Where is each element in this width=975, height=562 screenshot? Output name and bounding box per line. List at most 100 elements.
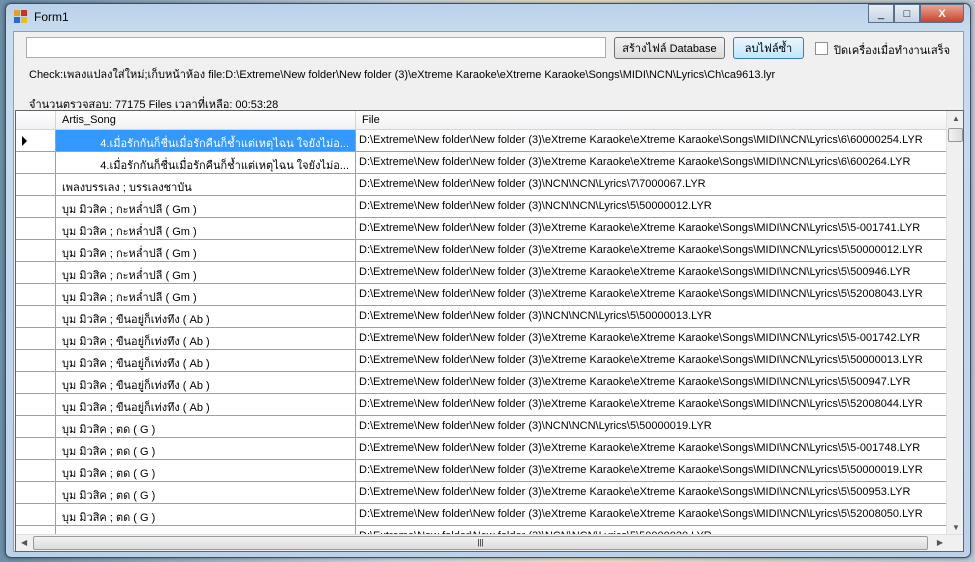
cell-file[interactable]: D:\Extreme\New folder\New folder (3)\eXt…	[356, 482, 948, 503]
cell-artis-song[interactable]: 4.เมื่อรักกันก็ชื่นเมื่อรักคืนก็ช้ำแต่เห…	[56, 152, 356, 173]
cell-file[interactable]: D:\Extreme\New folder\New folder (3)\eXt…	[356, 460, 948, 481]
table-row[interactable]: บุม มิวสิค ; ขืนอยู่ก็เท่งทึง ( Ab ) D:\E…	[16, 328, 948, 350]
cell-file[interactable]: D:\Extreme\New folder\New folder (3)\eXt…	[356, 262, 948, 283]
scroll-up-icon[interactable]: ▲	[952, 114, 960, 123]
cell-artis-song[interactable]: เพลงบรรเลง ; บรรเลงชาบัน	[56, 174, 356, 195]
table-row[interactable]: 4.เมื่อรักกันก็ชื่นเมื่อรักคืนก็ช้ำแต่เห…	[16, 130, 948, 152]
results-grid[interactable]: Artis_Song File 4.เมื่อรักกันก็ชื่นเมื่อ…	[15, 110, 964, 552]
table-row[interactable]: บุม มิวสิค ; กะหล่ำปลี ( Gm ) D:\Extreme\…	[16, 218, 948, 240]
table-row[interactable]: บุม มิวสิค ; กะหล่ำปลี ( Gm ) D:\Extreme\…	[16, 240, 948, 262]
cell-artis-song[interactable]: บุม มิวสิค ; ขืนอยู่ก็เท่งทึง ( Ab )	[56, 350, 356, 371]
close-button[interactable]: X	[920, 4, 964, 23]
shutdown-checkbox[interactable]	[815, 42, 828, 55]
cell-artis-song[interactable]: บุม มิวสิค ; กะหล่ำปลี ( Gm )	[56, 240, 356, 261]
cell-artis-song[interactable]: บุม มิวสิค ; กะหล่ำปลี ( Gm )	[56, 262, 356, 283]
cell-file[interactable]: D:\Extreme\New folder\New folder (3)\eXt…	[356, 504, 948, 525]
cell-artis-song[interactable]: บุม มิวสิค ; กะหล่ำปลี ( Gm )	[56, 218, 356, 239]
cell-artis-song[interactable]: บุม มิวสิค ; ขืนอยู่ก็เท่งทึง ( Ab )	[56, 306, 356, 327]
row-header[interactable]	[16, 460, 56, 481]
vertical-scroll-thumb[interactable]	[948, 128, 963, 142]
grid-header: Artis_Song File	[16, 111, 948, 130]
cell-file[interactable]: D:\Extreme\New folder\New folder (3)\eXt…	[356, 438, 948, 459]
create-database-button[interactable]: สร้างไฟล์ Database	[614, 37, 725, 59]
cell-artis-song[interactable]: บุม มิวสิค ; ตด ( G )	[56, 460, 356, 481]
table-row[interactable]: บุม มิวสิค ; ตด ( G )D:\Extreme\New fold…	[16, 416, 948, 438]
table-row[interactable]: เพลงบรรเลง ; บรรเลงชาบัน D:\Extreme\New f…	[16, 174, 948, 196]
path-input[interactable]	[26, 37, 606, 58]
row-header[interactable]	[16, 284, 56, 305]
table-row[interactable]: บุม มิวสิค ; ตด ( G )D:\Extreme\New fold…	[16, 460, 948, 482]
row-header[interactable]	[16, 394, 56, 415]
cell-artis-song[interactable]: บุม มิวสิค ; กะหล่ำปลี ( Gm )	[56, 196, 356, 217]
table-row[interactable]: บุม มิวสิค ; ตด ( G )D:\Extreme\New fold…	[16, 482, 948, 504]
cell-file[interactable]: D:\Extreme\New folder\New folder (3)\NCN…	[356, 306, 948, 327]
cell-file[interactable]: D:\Extreme\New folder\New folder (3)\eXt…	[356, 130, 948, 151]
cell-artis-song[interactable]: บุม มิวสิค ; ตด ( G )	[56, 416, 356, 437]
cell-artis-song[interactable]: บุม มิวสิค ; ตด ( G )	[56, 438, 356, 459]
form-client-area: สร้างไฟล์ Database ลบไฟล์ซ้ำ ปิดเครื่องเ…	[13, 31, 964, 552]
maximize-button[interactable]: □	[894, 4, 920, 23]
grid-rows: 4.เมื่อรักกันก็ชื่นเมื่อรักคืนก็ช้ำแต่เห…	[16, 130, 948, 548]
table-row[interactable]: บุม มิวสิค ; ตด ( G )D:\Extreme\New fold…	[16, 438, 948, 460]
column-header-artis-song[interactable]: Artis_Song	[56, 111, 356, 129]
cell-file[interactable]: D:\Extreme\New folder\New folder (3)\eXt…	[356, 350, 948, 371]
table-row[interactable]: บุม มิวสิค ; กะหล่ำปลี ( Gm ) D:\Extreme\…	[16, 262, 948, 284]
close-icon: X	[938, 7, 946, 20]
cell-file[interactable]: D:\Extreme\New folder\New folder (3)\eXt…	[356, 218, 948, 239]
cell-file[interactable]: D:\Extreme\New folder\New folder (3)\eXt…	[356, 328, 948, 349]
cell-artis-song[interactable]: บุม มิวสิค ; ขืนอยู่ก็เท่งทึง ( Ab )	[56, 328, 356, 349]
table-row[interactable]: บุม มิวสิค ; ขืนอยู่ก็เท่งทึง ( Ab ) D:\E…	[16, 306, 948, 328]
cell-file[interactable]: D:\Extreme\New folder\New folder (3)\eXt…	[356, 394, 948, 415]
column-header-file[interactable]: File	[356, 111, 948, 129]
delete-duplicates-button[interactable]: ลบไฟล์ซ้ำ	[733, 37, 804, 59]
cell-file[interactable]: D:\Extreme\New folder\New folder (3)\NCN…	[356, 196, 948, 217]
horizontal-scroll-thumb[interactable]: |||	[33, 536, 928, 550]
cell-artis-song[interactable]: บุม มิวสิค ; ตด ( G )	[56, 504, 356, 525]
cell-file[interactable]: D:\Extreme\New folder\New folder (3)\NCN…	[356, 174, 948, 195]
cell-file[interactable]: D:\Extreme\New folder\New folder (3)\eXt…	[356, 284, 948, 305]
row-header[interactable]	[16, 482, 56, 503]
minimize-icon: _	[877, 7, 885, 20]
main-window: Form1 _ □ X สร้างไฟล์ Database ลบไฟล์ซ้ำ…	[5, 3, 971, 558]
scroll-down-icon[interactable]: ▼	[952, 523, 960, 532]
cell-file[interactable]: D:\Extreme\New folder\New folder (3)\eXt…	[356, 240, 948, 261]
row-header[interactable]	[16, 174, 56, 195]
row-header-corner	[16, 111, 56, 129]
row-header[interactable]	[16, 130, 56, 151]
cell-file[interactable]: D:\Extreme\New folder\New folder (3)\eXt…	[356, 152, 948, 173]
cell-artis-song[interactable]: บุม มิวสิค ; กะหล่ำปลี ( Gm )	[56, 284, 356, 305]
scroll-right-icon[interactable]: ▶	[937, 538, 943, 547]
vertical-scrollbar[interactable]: ▲ ▼	[946, 111, 963, 535]
row-header[interactable]	[16, 262, 56, 283]
table-row[interactable]: บุม มิวสิค ; ขืนอยู่ก็เท่งทึง ( Ab ) D:\E…	[16, 394, 948, 416]
table-row[interactable]: บุม มิวสิค ; ขืนอยู่ก็เท่งทึง ( Ab ) D:\E…	[16, 372, 948, 394]
row-header[interactable]	[16, 152, 56, 173]
row-header[interactable]	[16, 306, 56, 327]
cell-artis-song[interactable]: บุม มิวสิค ; ตด ( G )	[56, 482, 356, 503]
table-row[interactable]: บุม มิวสิค ; ขืนอยู่ก็เท่งทึง ( Ab ) D:\E…	[16, 350, 948, 372]
row-header[interactable]	[16, 350, 56, 371]
cell-artis-song[interactable]: บุม มิวสิค ; ขืนอยู่ก็เท่งทึง ( Ab )	[56, 394, 356, 415]
row-header[interactable]	[16, 504, 56, 525]
table-row[interactable]: บุม มิวสิค ; ตด ( G )D:\Extreme\New fold…	[16, 504, 948, 526]
table-row[interactable]: บุม มิวสิค ; กะหล่ำปลี ( Gm ) D:\Extreme\…	[16, 196, 948, 218]
row-header[interactable]	[16, 240, 56, 261]
window-title: Form1	[34, 10, 69, 24]
row-header[interactable]	[16, 372, 56, 393]
horizontal-scrollbar[interactable]: ◀ ||| ▶	[16, 534, 963, 551]
row-header[interactable]	[16, 416, 56, 437]
scroll-left-icon[interactable]: ◀	[21, 538, 27, 547]
row-header[interactable]	[16, 438, 56, 459]
row-header[interactable]	[16, 328, 56, 349]
table-row[interactable]: บุม มิวสิค ; กะหล่ำปลี ( Gm ) D:\Extreme\…	[16, 284, 948, 306]
cell-artis-song[interactable]: 4.เมื่อรักกันก็ชื่นเมื่อรักคืนก็ช้ำแต่เห…	[56, 130, 356, 151]
row-header[interactable]	[16, 218, 56, 239]
cell-file[interactable]: D:\Extreme\New folder\New folder (3)\NCN…	[356, 416, 948, 437]
minimize-button[interactable]: _	[868, 4, 894, 23]
cell-artis-song[interactable]: บุม มิวสิค ; ขืนอยู่ก็เท่งทึง ( Ab )	[56, 372, 356, 393]
maximize-icon: □	[903, 7, 911, 20]
row-header[interactable]	[16, 196, 56, 217]
shutdown-checkbox-label[interactable]: ปิดเครื่องเมื่อทำงานเสร็จ	[834, 41, 950, 59]
table-row[interactable]: 4.เมื่อรักกันก็ชื่นเมื่อรักคืนก็ช้ำแต่เห…	[16, 152, 948, 174]
cell-file[interactable]: D:\Extreme\New folder\New folder (3)\eXt…	[356, 372, 948, 393]
